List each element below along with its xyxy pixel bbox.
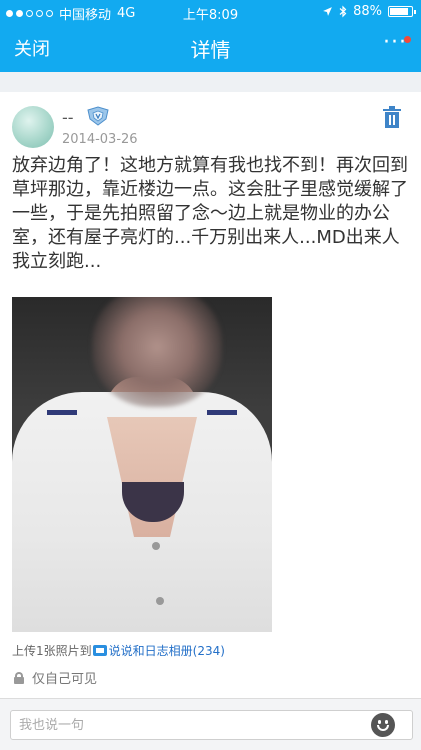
- emoji-icon[interactable]: [371, 713, 395, 737]
- location-arrow-icon: [323, 7, 332, 16]
- page-title: 详情: [190, 38, 231, 62]
- nav-bar: 关闭 详情 ···: [0, 22, 421, 72]
- post-date: 2014-03-26: [62, 132, 138, 147]
- upload-prefix: 上传1张照片到: [12, 644, 92, 658]
- privacy-label: 仅自己可见: [32, 672, 98, 687]
- album-icon: [92, 645, 107, 656]
- vip-badge-icon[interactable]: [86, 106, 110, 126]
- username[interactable]: --: [62, 108, 74, 127]
- upload-info: 上传1张照片到 说说和日志相册(234): [12, 642, 225, 659]
- album-link[interactable]: 说说和日志相册(234): [109, 642, 225, 659]
- section-gap: [0, 72, 421, 92]
- avatar[interactable]: [12, 106, 54, 148]
- post-content: 放弃边角了！这地方就算有我也找不到！再次回到草坪那边，靠近楼边一点。这会肚子里感…: [12, 155, 408, 272]
- trash-icon[interactable]: [383, 106, 401, 128]
- status-right: 88%: [322, 4, 416, 19]
- more-menu-button[interactable]: ···: [383, 30, 407, 55]
- battery-percent: 88%: [353, 4, 382, 19]
- bluetooth-icon: [339, 5, 347, 18]
- notification-dot-icon: [404, 36, 411, 43]
- comment-bar: [0, 698, 421, 750]
- post-photo[interactable]: [12, 297, 272, 632]
- lock-icon: [14, 671, 24, 684]
- comment-input[interactable]: [10, 710, 413, 740]
- privacy-row: 仅自己可见: [14, 668, 97, 687]
- battery-icon: [388, 6, 416, 17]
- post-card: -- 2014-03-26 放弃边角了！这地方就算有我也找不到！再次回到草坪那边…: [0, 92, 421, 698]
- status-bar: 中国移动 4G 上午8:09 88%: [0, 0, 421, 23]
